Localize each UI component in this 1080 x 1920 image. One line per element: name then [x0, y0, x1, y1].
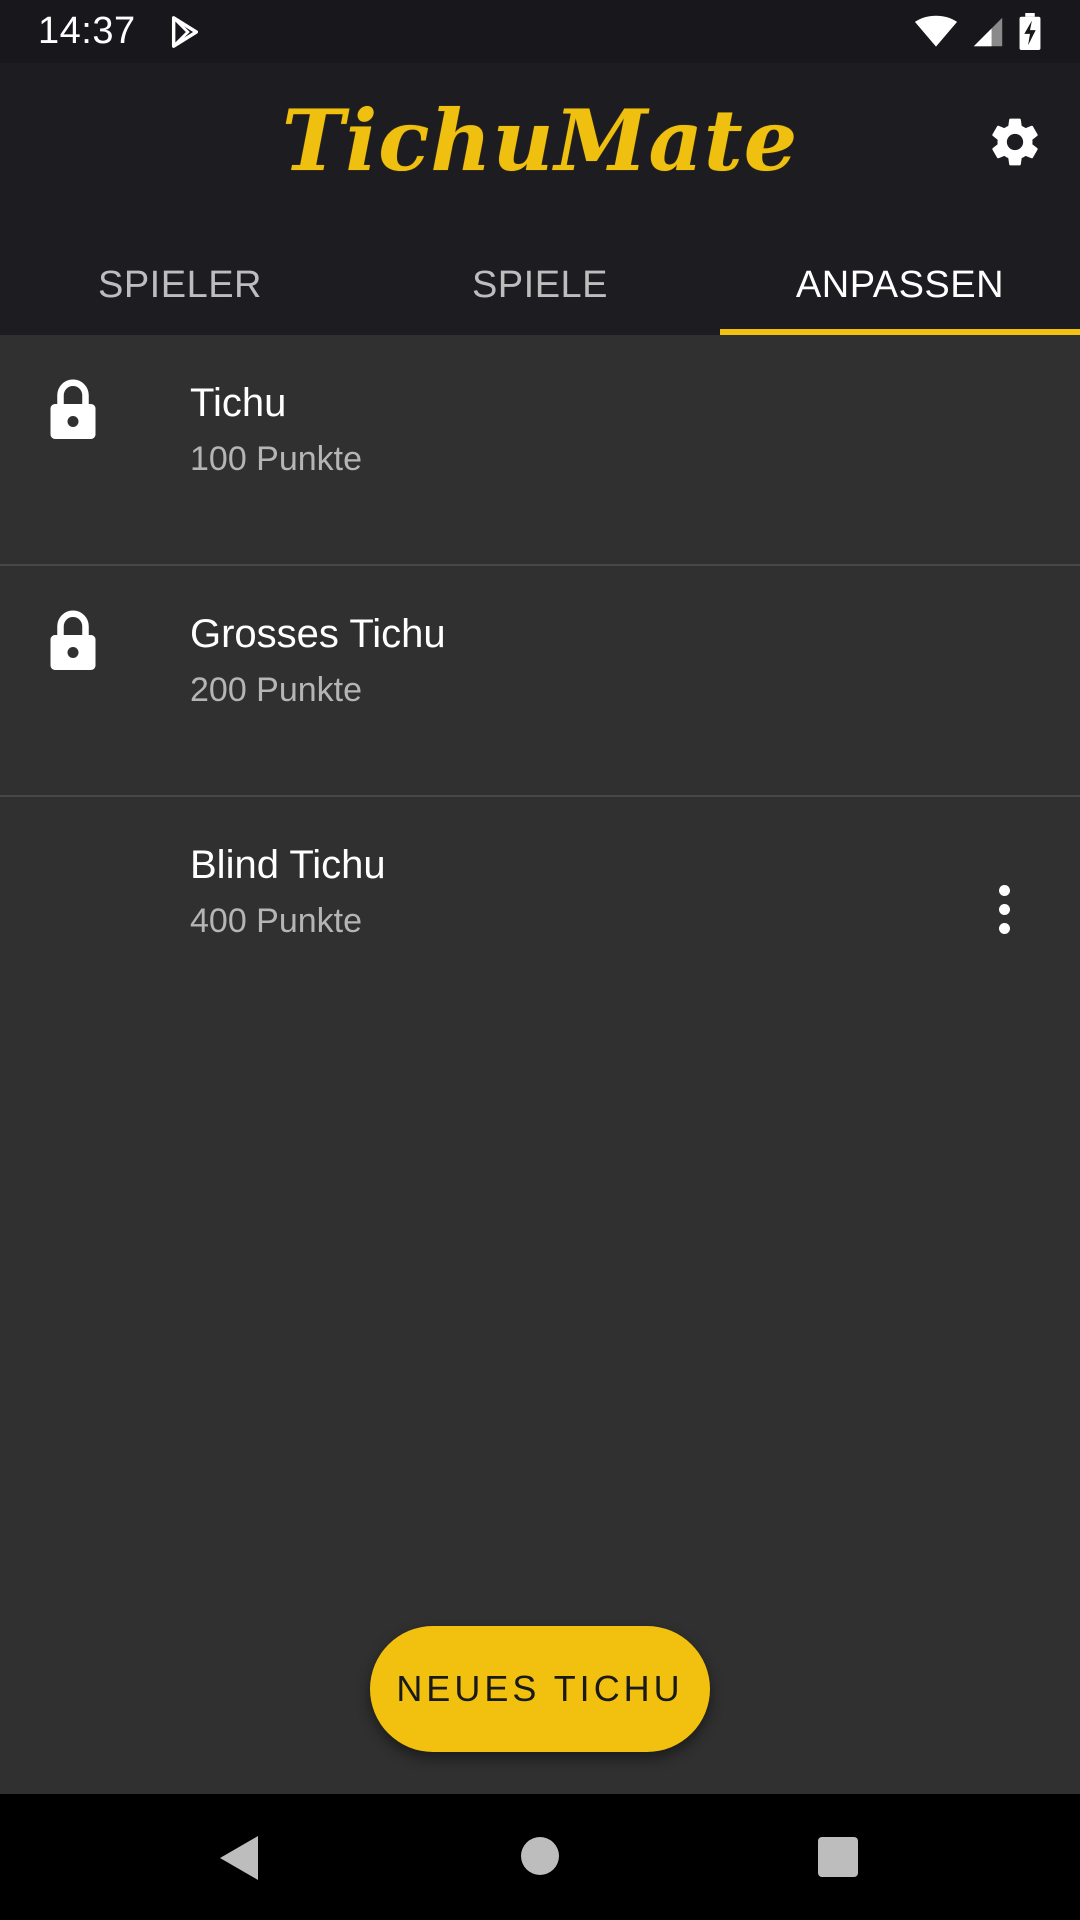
tab-anpassen[interactable]: ANPASSEN [720, 235, 1080, 335]
list-item[interactable]: Grosses Tichu 200 Punkte [0, 566, 1080, 797]
status-icons [914, 12, 1042, 51]
list-item-title: Tichu [190, 381, 287, 425]
list-item[interactable]: Tichu 100 Punkte [0, 335, 1080, 566]
battery-charging-icon [1019, 12, 1041, 50]
more-vert-icon-dot [998, 922, 1010, 934]
list-item[interactable]: Blind Tichu 400 Punkte [0, 797, 1080, 1028]
lock-icon [50, 379, 96, 439]
app-logo: TichuMate [281, 91, 799, 190]
list-item-points: 100 Punkte [190, 440, 363, 478]
list-item-points: 400 Punkte [190, 902, 363, 940]
tab-spiele[interactable]: SPIELE [360, 235, 720, 335]
navigation-bar [0, 1794, 1080, 1920]
back-icon[interactable] [218, 1836, 260, 1880]
status-time: 14:37 [38, 10, 136, 52]
app-bar: TichuMate SPIELER SPIELE ANPASSEN [0, 63, 1080, 335]
tab-spieler[interactable]: SPIELER [0, 235, 360, 335]
settings-button[interactable] [980, 107, 1050, 177]
list-item-title: Grosses Tichu [190, 612, 446, 656]
list-item-title: Blind Tichu [190, 843, 386, 887]
screen: 14:37 TichuMate SPIELER SPIELE ANPASSEN … [0, 0, 1080, 1920]
play-store-icon [171, 15, 198, 48]
new-tichu-button[interactable]: NEUES TICHU [370, 1626, 710, 1752]
more-vert-icon-dot [998, 903, 1010, 915]
more-vert-icon [998, 884, 1010, 896]
cellular-signal-icon [973, 17, 1003, 46]
recents-icon[interactable] [818, 1837, 858, 1877]
wifi-icon [914, 15, 958, 47]
home-icon[interactable] [521, 1837, 559, 1875]
tab-bar: SPIELER SPIELE ANPASSEN [0, 235, 1080, 335]
tichu-list: Tichu 100 Punkte Grosses Tichu 200 Punkt… [0, 335, 1080, 1028]
more-options-button[interactable] [980, 877, 1028, 941]
list-item-points: 200 Punkte [190, 671, 363, 709]
lock-icon [50, 610, 96, 670]
status-bar: 14:37 [0, 0, 1080, 63]
gear-icon [992, 118, 1038, 166]
